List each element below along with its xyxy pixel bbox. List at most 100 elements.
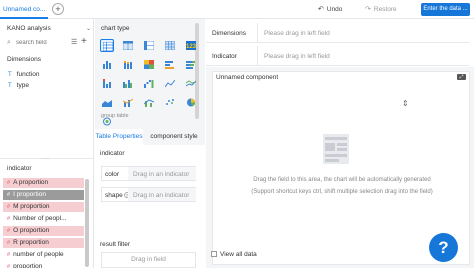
empty-hint: Drag the field to this area, the chart w… [253, 177, 431, 183]
dimensions-row-placeholder: Please drag in left field [264, 30, 330, 37]
undo-label: Undo [326, 6, 343, 13]
restore-label: Restore [373, 6, 397, 13]
stacked-horizontal-bar-icon[interactable] [184, 58, 198, 71]
indicator-drop-row[interactable]: Indicator Please drag in left field [206, 46, 469, 66]
indicator-label: M proportion [13, 203, 50, 210]
svg-text:123: 123 [186, 44, 196, 50]
detail-table-icon[interactable] [142, 39, 156, 52]
cross-table-icon[interactable] [121, 39, 135, 52]
component-title[interactable]: Unnamed component [216, 74, 278, 81]
help-button[interactable]: ? [429, 233, 458, 262]
indicator-label: O proportion [13, 227, 50, 234]
indicator-item-number-of-people[interactable]: # Number of peopl... [3, 214, 84, 224]
grid-table-icon[interactable] [163, 39, 177, 52]
stacked-bar-icon[interactable] [121, 58, 135, 71]
dimension-item-type[interactable]: Ttype [8, 82, 29, 92]
line-chart-icon[interactable] [163, 77, 177, 90]
shape-slot-label: shape? [105, 192, 130, 199]
waterfall-icon[interactable] [142, 77, 156, 90]
combo-chart-icon[interactable] [121, 96, 135, 109]
component-canvas[interactable]: Unnamed component ⤢ ⇕ Drag the field to … [212, 71, 470, 265]
row-divider [257, 46, 258, 66]
number-type-icon: # [7, 264, 11, 268]
empty-chart-illustration [323, 134, 349, 164]
dimension-label: function [16, 71, 40, 78]
grouped-bar-icon[interactable] [121, 77, 135, 90]
result-filter-drop-zone[interactable]: Drag in field [101, 252, 196, 268]
dimensions-drop-row[interactable]: Dimensions Please drag in left field [206, 23, 469, 43]
table-chart-icon[interactable] [100, 39, 114, 52]
color-drop-zone[interactable]: Drag in an indicator [128, 167, 196, 180]
number-type-icon: # [7, 204, 11, 210]
heatmap-icon[interactable] [142, 58, 156, 71]
move-cursor-icon: ⇕ [402, 99, 409, 108]
indicator-title: indicator [7, 165, 32, 172]
indicator-item-m-proportion[interactable]: # M proportion [3, 202, 84, 212]
tab-table-properties[interactable]: Table Properties [95, 129, 143, 145]
indicator-row-label: Indicator [212, 53, 237, 60]
number-type-icon: # [7, 192, 11, 198]
color-slot: color Drag in an indicator [101, 166, 196, 181]
indicator-row-placeholder: Please drag in left field [264, 53, 330, 60]
field-search: ⌕ ☰ + [3, 36, 91, 49]
indicator-item-r-proportion[interactable]: # R proportion [3, 238, 84, 248]
number-type-icon: # [7, 252, 11, 258]
indicator-item-a-proportion[interactable]: # A proportion [3, 178, 84, 188]
multi-line-chart-icon[interactable] [184, 77, 198, 90]
undo-icon: ↶ [318, 6, 324, 13]
search-icon: ⌕ [7, 39, 11, 46]
number-type-icon: # [7, 240, 11, 246]
indicator-item-number-of-people-2[interactable]: # number of people [3, 250, 84, 260]
indicator-item-i-proportion[interactable]: # I proportion [3, 190, 84, 200]
add-field-icon[interactable]: + [81, 36, 87, 47]
top-toolbar: Unnamed co... + ↶ Undo ↷ Restore Enter the… [0, 0, 474, 19]
resize-handle-icon[interactable]: ⋯ [44, 156, 49, 162]
add-tab-icon[interactable]: + [52, 3, 64, 15]
restore-button[interactable]: ↷ Restore [365, 5, 397, 13]
redo-icon: ↷ [365, 6, 371, 13]
component-tab[interactable]: Unnamed co... [0, 0, 48, 19]
dimensions-title: Dimensions [7, 56, 41, 63]
area-chart-icon[interactable] [100, 96, 114, 109]
pie-chart-icon[interactable] [184, 96, 198, 109]
shape-drop-zone[interactable]: Drag in an indicator [128, 188, 196, 201]
enter-data-button[interactable]: Enter the data ... [421, 3, 470, 16]
indicator-label: I proportion [13, 191, 46, 198]
indicator-item-proportion[interactable]: # proportion [3, 262, 84, 268]
number-type-icon: # [7, 216, 11, 222]
expand-icon[interactable]: ⤢ [457, 74, 466, 80]
result-filter-title: result filter [100, 241, 130, 248]
view-all-checkbox[interactable] [211, 251, 217, 258]
dimensions-row-label: Dimensions [212, 30, 246, 37]
view-all-data-toggle[interactable]: View all data [211, 251, 257, 258]
shape-slot: shape? Drag in an indicator [101, 187, 196, 202]
indicator-label: number of people [13, 251, 64, 258]
indicator-scrollbar[interactable] [85, 179, 89, 267]
search-input[interactable] [16, 38, 66, 48]
horizontal-bar-icon[interactable] [163, 58, 177, 71]
property-body: indicator color Drag in an indicator sha… [95, 145, 205, 268]
filter-icon[interactable]: ☰ [71, 38, 77, 46]
number-card-icon[interactable]: 123 [184, 39, 198, 52]
stacked-area-icon[interactable] [100, 77, 114, 90]
shape-label-text: shape [105, 192, 123, 199]
field-panel: KANO analysis ⌄ ⌕ ☰ + Dimensions Tfuncti… [0, 19, 94, 268]
chevron-down-icon: ⌄ [85, 26, 91, 32]
bar-chart-icon[interactable] [100, 58, 114, 71]
design-area: Dimensions Please drag in left field Ind… [206, 19, 474, 268]
color-slot-label: color [105, 171, 119, 178]
dataset-name: KANO analysis [7, 25, 51, 32]
undo-button[interactable]: ↶ Undo [318, 5, 342, 13]
text-type-icon: T [8, 72, 12, 78]
row-divider [257, 23, 258, 43]
dataset-selector[interactable]: KANO analysis ⌄ [3, 25, 91, 34]
dimension-label: type [16, 82, 29, 89]
scatter-chart-icon[interactable] [163, 96, 177, 109]
tab-component-style[interactable]: component style [147, 129, 201, 145]
indicator-label: proportion [13, 263, 43, 268]
indicator-section-title: indicator [100, 150, 125, 157]
dimension-item-function[interactable]: Tfunction [8, 71, 39, 81]
indicator-item-o-proportion[interactable]: # O proportion [3, 226, 84, 236]
dual-axis-icon[interactable] [142, 96, 156, 109]
indicator-label: A proportion [13, 179, 49, 186]
